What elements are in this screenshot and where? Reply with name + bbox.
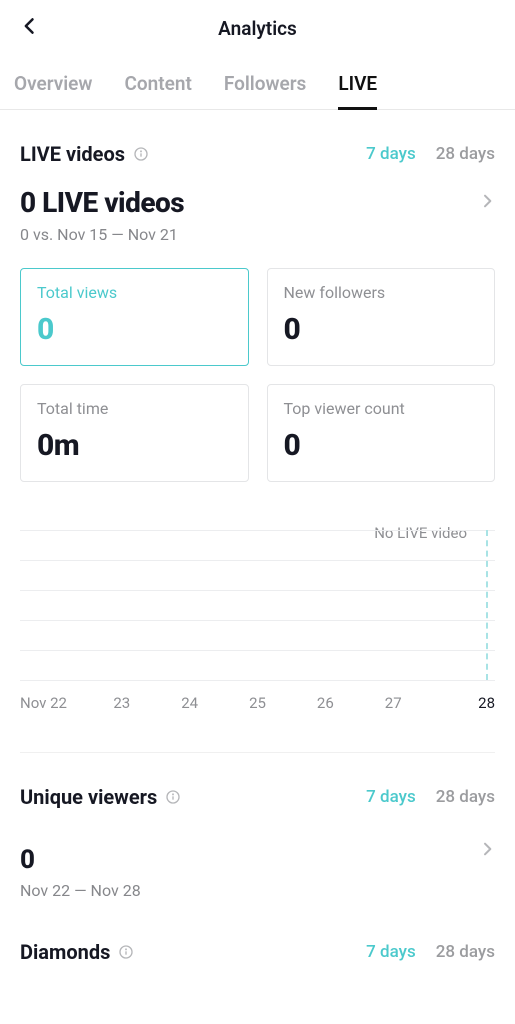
card-total-time[interactable]: Total time 0m xyxy=(20,384,249,482)
diamonds-title: Diamonds xyxy=(20,940,110,964)
card-label: Total views xyxy=(37,283,232,302)
chart-x-tick: Nov 22 xyxy=(20,694,88,712)
card-label: New followers xyxy=(284,283,479,302)
chart-marker xyxy=(486,530,488,680)
chart-x-tick: 28 xyxy=(427,694,495,712)
range-28days[interactable]: 28 days xyxy=(436,144,495,164)
chevron-right-icon xyxy=(479,193,495,213)
card-label: Top viewer count xyxy=(284,399,479,418)
tab-overview[interactable]: Overview xyxy=(14,56,92,109)
range-28days[interactable]: 28 days xyxy=(436,787,495,807)
unique-viewers-range: Nov 22 — Nov 28 xyxy=(20,881,495,900)
back-button[interactable] xyxy=(20,16,40,40)
chevron-right-icon xyxy=(479,841,495,861)
range-7days[interactable]: 7 days xyxy=(366,144,416,164)
live-videos-row[interactable]: 0 LIVE videos xyxy=(20,186,495,219)
card-label: Total time xyxy=(37,399,232,418)
range-7days[interactable]: 7 days xyxy=(366,942,416,962)
card-value: 0m xyxy=(37,428,232,463)
chart-x-tick: 25 xyxy=(224,694,292,712)
chart-x-tick: 27 xyxy=(359,694,427,712)
card-new-followers[interactable]: New followers 0 xyxy=(267,268,496,366)
chart-x-tick: 26 xyxy=(291,694,359,712)
unique-viewers-row[interactable]: 0 xyxy=(20,827,495,875)
live-videos-chart: No LIVE video Nov 22232425262728 xyxy=(20,530,495,712)
range-28days[interactable]: 28 days xyxy=(436,942,495,962)
unique-viewers-title: Unique viewers xyxy=(20,785,157,809)
card-top-viewer-count[interactable]: Top viewer count 0 xyxy=(267,384,496,482)
card-value: 0 xyxy=(284,312,479,347)
tab-live[interactable]: LIVE xyxy=(338,56,377,109)
card-total-views[interactable]: Total views 0 xyxy=(20,268,249,366)
card-value: 0 xyxy=(37,312,232,347)
tab-followers[interactable]: Followers xyxy=(224,56,307,109)
unique-viewers-value: 0 xyxy=(20,845,35,875)
tab-content[interactable]: Content xyxy=(124,56,191,109)
live-videos-headline: 0 LIVE videos xyxy=(20,186,184,219)
chart-x-tick: 23 xyxy=(88,694,156,712)
chart-x-tick: 24 xyxy=(156,694,224,712)
info-icon[interactable] xyxy=(165,789,181,805)
info-icon[interactable] xyxy=(133,146,149,162)
live-videos-title: LIVE videos xyxy=(20,142,125,166)
tab-bar: Overview Content Followers LIVE xyxy=(0,56,515,110)
info-icon[interactable] xyxy=(118,944,134,960)
range-7days[interactable]: 7 days xyxy=(366,787,416,807)
page-title: Analytics xyxy=(218,17,297,40)
card-value: 0 xyxy=(284,428,479,463)
live-videos-compare: 0 vs. Nov 15 — Nov 21 xyxy=(20,225,495,244)
